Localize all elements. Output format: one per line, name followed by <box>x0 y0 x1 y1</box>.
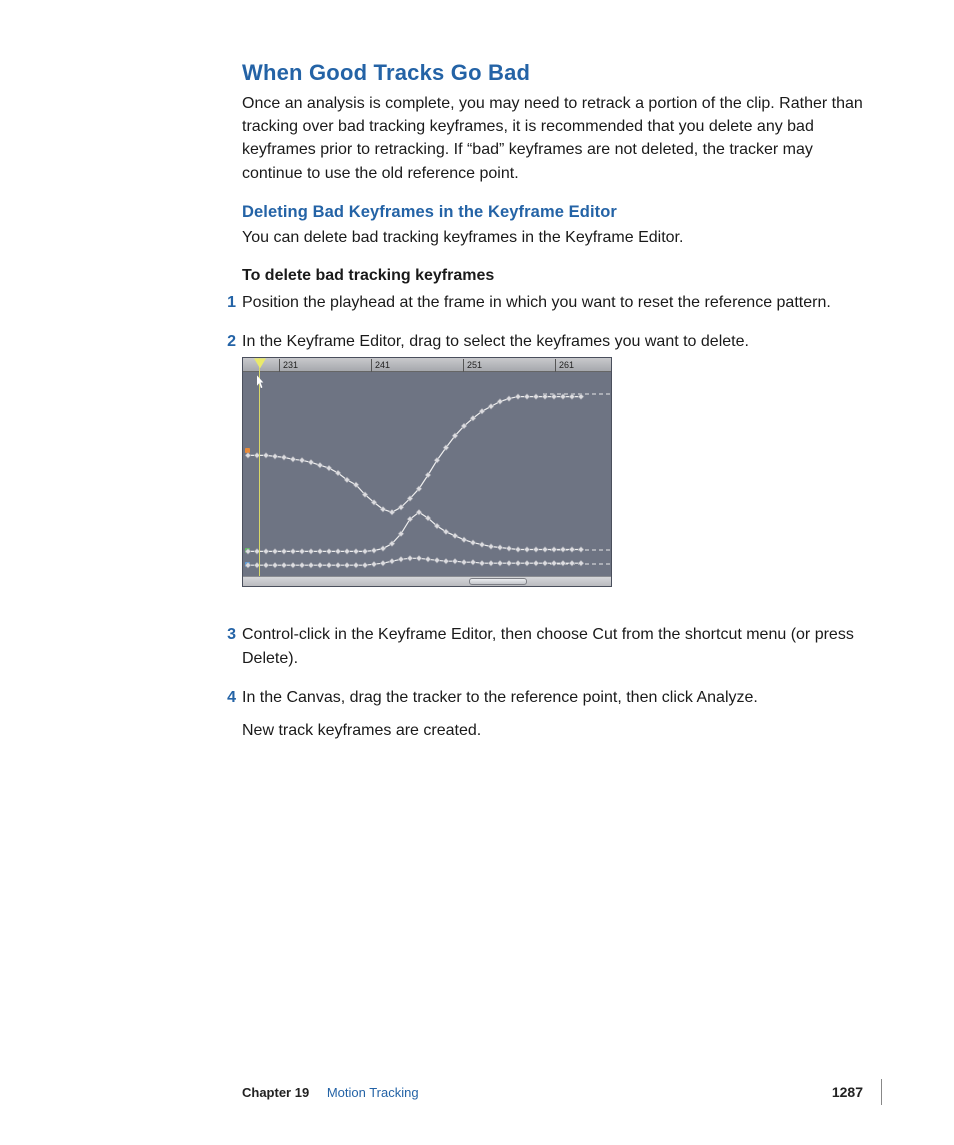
horizontal-scrollbar <box>243 576 611 586</box>
scrollbar-thumb <box>469 578 527 585</box>
ruler-tick: 231 <box>279 359 298 372</box>
chapter-title: Motion Tracking <box>327 1085 419 1100</box>
step-number: 2 <box>220 330 236 353</box>
step-2: 2 In the Keyframe Editor, drag to select… <box>242 330 866 623</box>
step-number: 4 <box>220 686 236 709</box>
step-text: Position the playhead at the frame in wh… <box>242 294 831 311</box>
step-number: 1 <box>220 291 236 314</box>
step-1: 1 Position the playhead at the frame in … <box>242 291 866 330</box>
instruction-title: To delete bad tracking keyframes <box>242 267 866 285</box>
section-heading: When Good Tracks Go Bad <box>242 60 866 86</box>
page-footer: Chapter 19 Motion Tracking 1287 <box>242 1079 882 1105</box>
step-text: In the Keyframe Editor, drag to select t… <box>242 333 749 350</box>
ruler-tick: 241 <box>371 359 390 372</box>
step-text: In the Canvas, drag the tracker to the r… <box>242 689 758 706</box>
keyframe-curves <box>243 372 612 578</box>
subsection-text: You can delete bad tracking keyframes in… <box>242 226 866 249</box>
chapter-label: Chapter 19 <box>242 1085 309 1100</box>
ruler-tick: 261 <box>555 359 574 372</box>
step-4: 4 In the Canvas, drag the tracker to the… <box>242 686 866 758</box>
timeline-ruler: 231 241 251 261 <box>243 358 611 372</box>
step-result: New track keyframes are created. <box>242 719 866 742</box>
step-3: 3 Control-click in the Keyframe Editor, … <box>242 623 866 685</box>
step-number: 3 <box>220 623 236 646</box>
page-number: 1287 <box>832 1084 863 1100</box>
playhead-line <box>259 358 260 576</box>
ruler-tick: 251 <box>463 359 482 372</box>
step-text: Control-click in the Keyframe Editor, th… <box>242 626 854 666</box>
keyframe-editor-screenshot: 231 241 251 261 <box>242 357 612 587</box>
intro-paragraph: Once an analysis is complete, you may ne… <box>242 92 866 185</box>
subsection-heading: Deleting Bad Keyframes in the Keyframe E… <box>242 203 866 222</box>
